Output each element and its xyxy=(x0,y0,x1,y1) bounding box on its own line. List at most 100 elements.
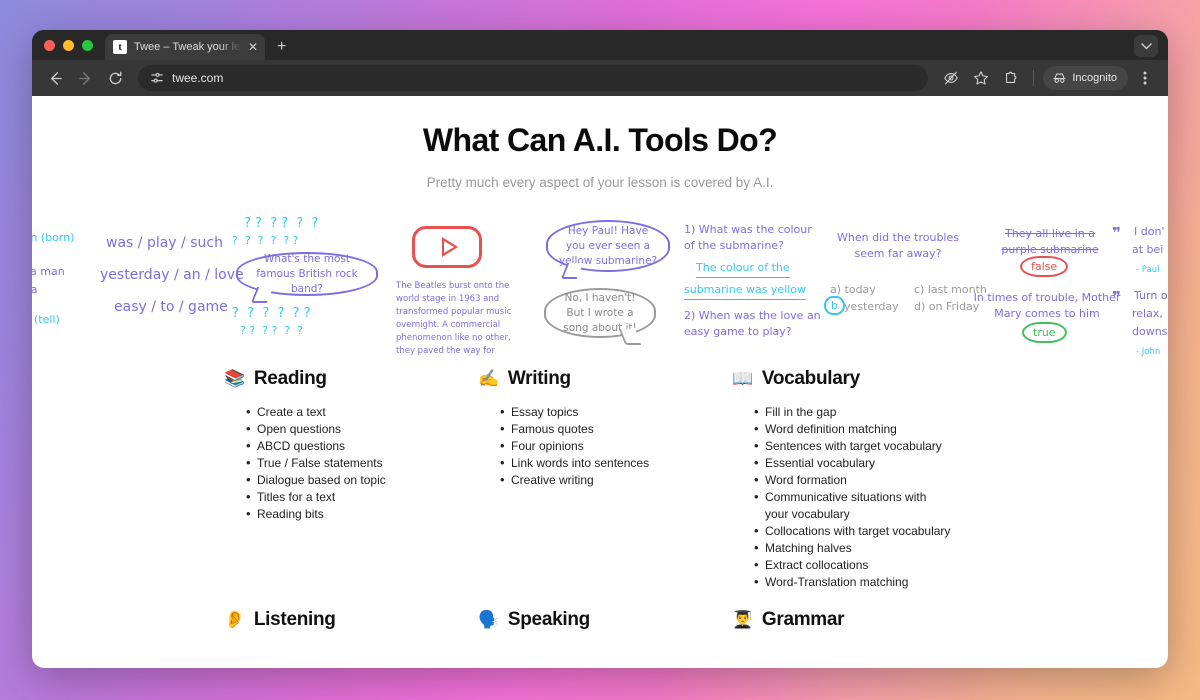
tab-favicon: t xyxy=(113,40,127,54)
illus-col1-line3: ea xyxy=(32,283,38,296)
incognito-label: Incognito xyxy=(1072,72,1117,84)
list-item[interactable]: Sentences with target vocabulary xyxy=(754,437,1032,455)
browser-tab[interactable]: t Twee – Tweak your lessons w ✕ xyxy=(105,34,265,60)
category-writing: ✍️ Writing Essay topics Famous quotes Fo… xyxy=(478,368,732,591)
illus-col2-line2: yesterday / an / love xyxy=(100,267,244,283)
books-icon: 📚 xyxy=(224,369,245,388)
list-item[interactable]: Dialogue based on topic xyxy=(246,471,478,489)
list-item[interactable]: Word-Translation matching xyxy=(754,573,1032,591)
star-icon xyxy=(974,71,989,85)
url-text: twee.com xyxy=(172,71,224,85)
illus-mcq-question: When did the troubles seem far away? xyxy=(837,231,959,260)
tracking-protection-button[interactable] xyxy=(938,65,964,91)
list-item[interactable]: Communicative situations with your vocab… xyxy=(754,488,930,523)
page-subtitle: Pretty much every aspect of your lesson … xyxy=(426,175,774,190)
forward-arrow-icon xyxy=(78,71,90,85)
list-item[interactable]: Four opinions xyxy=(500,437,732,455)
close-window-button[interactable] xyxy=(44,39,55,51)
list-item[interactable]: True / False statements xyxy=(246,454,478,472)
category-heading: ✍️ Writing xyxy=(478,368,732,390)
eye-off-icon xyxy=(944,71,959,85)
illus-col1-line4: (tell) xyxy=(34,313,60,326)
category-item-list: Create a text Open questions ABCD questi… xyxy=(224,403,478,523)
category-reading: 📚 Reading Create a text Open questions A… xyxy=(224,368,478,591)
speech-bubble-paul-question: Hey Paul! Have you ever seen a yellow su… xyxy=(546,220,670,272)
list-item[interactable]: Extract collocations xyxy=(754,556,1032,574)
writing-hand-icon: ✍️ xyxy=(478,369,499,388)
list-item[interactable]: Open questions xyxy=(246,420,478,438)
list-item[interactable]: ABCD questions xyxy=(246,437,478,455)
category-grammar: 👨‍🎓 Grammar xyxy=(732,609,1032,631)
tab-strip: t Twee – Tweak your lessons w ✕ + xyxy=(32,30,1168,60)
list-item[interactable]: Word definition matching xyxy=(754,420,1032,438)
list-item[interactable]: Fill in the gap xyxy=(754,403,1032,421)
minimize-window-button[interactable] xyxy=(63,39,74,51)
list-item[interactable]: Matching halves xyxy=(754,539,1032,557)
bookmark-button[interactable] xyxy=(968,65,994,91)
question-marks-bottom2: ? ? ? ? ? ? xyxy=(240,324,304,337)
quote-mark-icon-1: ❞ xyxy=(1112,224,1121,242)
extensions-button[interactable] xyxy=(998,65,1024,91)
illus-quote-2-line-1: Turn o xyxy=(1134,289,1168,302)
speaking-head-icon: 🗣️ xyxy=(478,610,499,629)
list-item[interactable]: Titles for a text xyxy=(246,488,478,506)
video-play-icon xyxy=(412,226,482,268)
incognito-hat-icon xyxy=(1053,73,1066,83)
illus-mcq-selected-marker: b xyxy=(824,296,845,315)
open-book-icon: 📖 xyxy=(732,369,753,388)
maximize-window-button[interactable] xyxy=(82,39,93,51)
page-title: What Can A.I. Tools Do? xyxy=(422,122,778,158)
illus-quote-2-line-3: downs xyxy=(1132,325,1168,338)
reload-icon xyxy=(109,71,121,84)
list-item[interactable]: Link words into sentences xyxy=(500,454,732,472)
category-vocabulary: 📖 Vocabulary Fill in the gap Word defini… xyxy=(732,368,1032,591)
category-heading: 📚 Reading xyxy=(224,368,478,390)
illus-col1-line2: a man xyxy=(32,265,65,278)
incognito-indicator[interactable]: Incognito xyxy=(1043,66,1128,90)
illus-quote-1-line-1: I don' xyxy=(1134,225,1165,238)
speech-bubble-question: What's the most famous British rock band… xyxy=(236,252,378,296)
tab-close-icon[interactable]: ✕ xyxy=(248,41,258,53)
window-controls xyxy=(44,30,105,60)
tab-title: Twee – Tweak your lessons w xyxy=(134,41,241,53)
back-button[interactable] xyxy=(42,65,68,91)
category-title: Listening xyxy=(253,609,336,630)
list-item[interactable]: Creative writing xyxy=(500,471,732,489)
illus-mcq-option-d: d) on Friday xyxy=(914,300,980,313)
list-item[interactable]: Collocations with target vocabulary xyxy=(754,522,1032,540)
list-item[interactable]: Word formation xyxy=(754,471,1032,489)
question-marks-top2: ? ? ? ? ? ? xyxy=(232,234,299,247)
category-speaking: 🗣️ Speaking xyxy=(478,609,732,631)
toolbar-icons: Incognito xyxy=(938,65,1158,91)
category-title: Writing xyxy=(507,368,571,389)
forward-button[interactable] xyxy=(72,65,98,91)
quote-mark-icon-2: ❞ xyxy=(1112,288,1121,306)
address-bar[interactable]: twee.com xyxy=(138,65,929,91)
list-item[interactable]: Essay topics xyxy=(500,403,732,421)
illus-quote-1-author: - Paul xyxy=(1136,265,1160,275)
question-marks-bottom: ? ? ? ? ? ? xyxy=(232,306,311,321)
illus-quote-1-line-2: at bei xyxy=(1132,243,1164,256)
tune-icon[interactable] xyxy=(150,71,164,85)
illus-col4-paragraph: The Beatles burst onto the world stage i… xyxy=(396,281,512,356)
category-title: Speaking xyxy=(507,609,590,630)
toolbar-divider xyxy=(1033,70,1035,86)
illus-quote-2-line-2: relax, xyxy=(1132,307,1163,320)
tab-search-button[interactable] xyxy=(1134,35,1158,57)
category-grid: 📚 Reading Create a text Open questions A… xyxy=(32,368,1168,591)
ear-icon: 👂 xyxy=(224,610,245,629)
illus-quote-2-author: - John xyxy=(1136,347,1161,357)
puzzle-icon xyxy=(1006,71,1017,83)
category-title: Vocabulary xyxy=(761,368,860,389)
back-arrow-icon xyxy=(50,71,62,85)
illus-col2-line3: easy / to / game xyxy=(114,299,228,315)
list-item[interactable]: Essential vocabulary xyxy=(754,454,1032,472)
question-marks-top: ? ? ? ? ? ? xyxy=(244,216,319,231)
browser-menu-button[interactable] xyxy=(1132,65,1158,91)
list-item[interactable]: Reading bits xyxy=(246,505,478,523)
list-item[interactable]: Famous quotes xyxy=(500,420,732,438)
new-tab-button[interactable]: + xyxy=(277,39,286,55)
list-item[interactable]: Create a text xyxy=(246,403,478,421)
reload-button[interactable] xyxy=(102,65,128,91)
category-listening: 👂 Listening xyxy=(224,609,478,631)
